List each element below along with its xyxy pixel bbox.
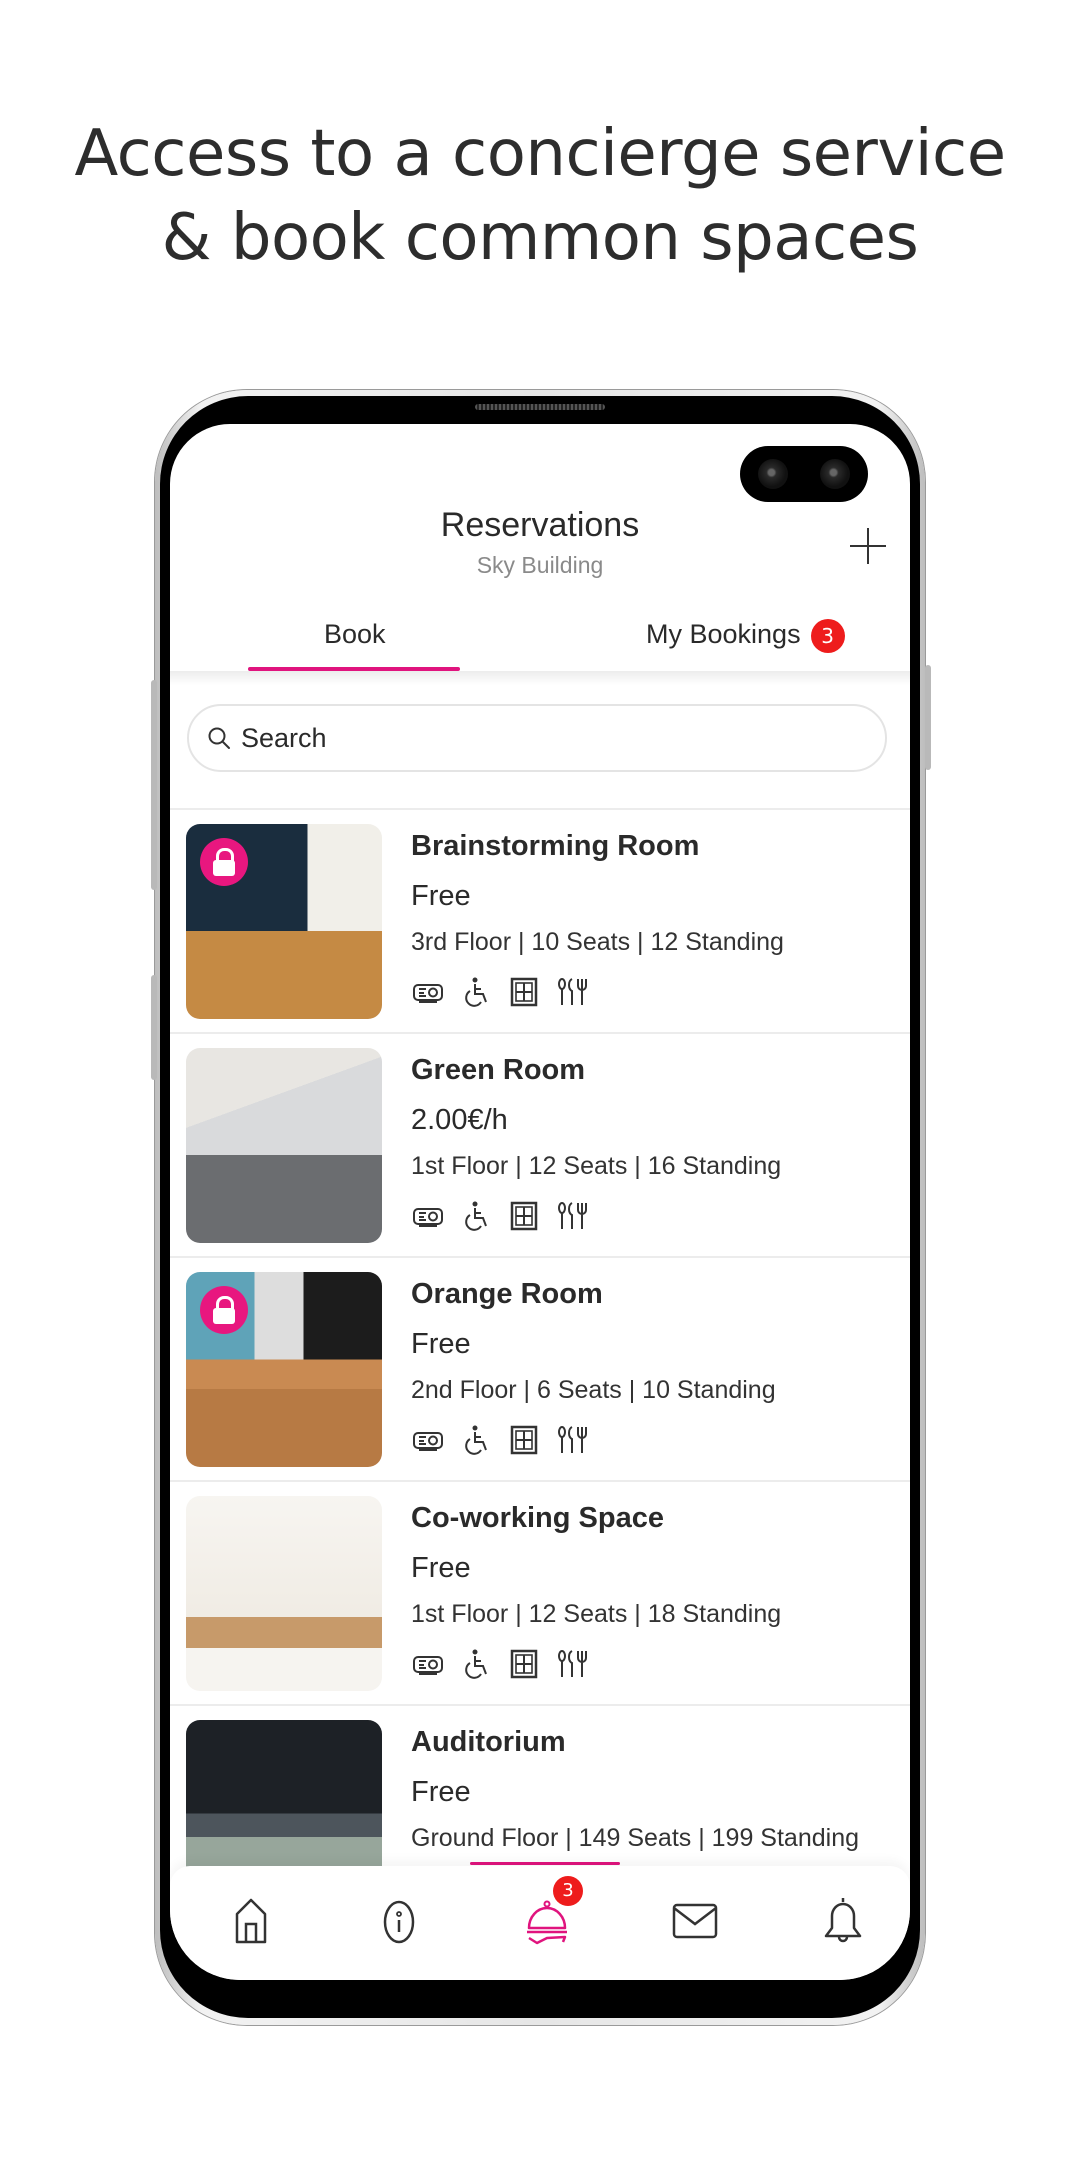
projector-icon [413, 984, 443, 1003]
projector-icon [413, 1432, 443, 1451]
room-price: Free [411, 1776, 471, 1808]
room-photo [186, 1048, 382, 1243]
header-divider [170, 671, 910, 685]
headline-line-1: Access to a concierge service [74, 117, 1006, 191]
building-subtitle: Sky Building [476, 552, 604, 578]
home-icon [235, 1898, 267, 1944]
bixby-button [151, 975, 157, 1080]
info-icon [383, 1900, 415, 1944]
nav-notifications[interactable] [813, 1890, 873, 1950]
room-name: Auditorium [411, 1726, 566, 1758]
wheelchair-accessible-icon [465, 1425, 487, 1455]
room-details: 1st Floor | 12 Seats | 16 Standing [411, 1152, 782, 1180]
amenities-row [411, 1423, 589, 1457]
wheelchair-accessible-icon [465, 977, 487, 1007]
nav-concierge[interactable]: 3 [517, 1876, 583, 1950]
room-details: 3rd Floor | 10 Seats | 12 Standing [411, 928, 784, 956]
amenities-row [411, 1647, 589, 1681]
room-photo [186, 824, 382, 1019]
catering-icon [558, 978, 587, 1005]
room-photo [186, 1496, 382, 1691]
window-icon [510, 1649, 538, 1679]
page-title: Reservations [440, 506, 640, 544]
catering-icon [558, 1202, 587, 1229]
room-list-item[interactable]: Co-working Space Free 1st Floor | 12 Sea… [170, 1482, 910, 1706]
room-list: Brainstorming Room Free 3rd Floor | 10 S… [170, 810, 910, 1930]
catering-icon [558, 1426, 587, 1453]
bookings-count-badge: 3 [810, 619, 845, 653]
tab-my-bookings-label: My Bookings [646, 619, 801, 650]
tab-my-bookings[interactable]: My Bookings 3 [646, 619, 845, 653]
window-icon [510, 977, 538, 1007]
add-reservation-button[interactable] [848, 526, 888, 566]
window-icon [510, 1201, 538, 1231]
tab-book[interactable]: Book [324, 619, 386, 650]
mail-icon [672, 1903, 718, 1939]
bell-icon [824, 1898, 862, 1943]
room-list-item[interactable]: Green Room 2.00€/h 1st Floor | 12 Seats … [170, 1034, 910, 1258]
camera-lens [820, 459, 850, 489]
projector-icon [413, 1656, 443, 1675]
bottom-navigation: 3 [170, 1866, 910, 1980]
room-name: Co-working Space [411, 1502, 664, 1534]
wheelchair-accessible-icon [465, 1649, 487, 1679]
headline-line-2: & book common spaces [161, 201, 919, 275]
camera-lens [758, 459, 788, 489]
lock-icon [200, 1286, 248, 1334]
room-price: 2.00€/h [411, 1104, 508, 1136]
room-price: Free [411, 880, 471, 912]
search-input[interactable] [241, 716, 841, 760]
tab-bar: Book My Bookings 3 [170, 609, 910, 671]
room-details: 1st Floor | 12 Seats | 18 Standing [411, 1600, 782, 1628]
search-bar[interactable] [187, 704, 887, 772]
amenities-row [411, 1199, 589, 1233]
power-button [925, 665, 931, 770]
catering-icon [558, 1650, 587, 1677]
app-screen: Reservations Sky Building Book My Bookin… [170, 424, 910, 1980]
amenities-row [411, 975, 589, 1009]
promo-headline: Access to a concierge service & book com… [0, 112, 1080, 280]
concierge-count-badge: 3 [553, 1876, 583, 1906]
room-details: Ground Floor | 149 Seats | 199 Standing [411, 1824, 859, 1852]
window-icon [510, 1425, 538, 1455]
room-list-item[interactable]: Brainstorming Room Free 3rd Floor | 10 S… [170, 810, 910, 1034]
lock-icon [200, 838, 248, 886]
room-price: Free [411, 1328, 471, 1360]
active-nav-indicator [470, 1862, 620, 1865]
nav-messages[interactable] [665, 1890, 725, 1950]
tab-book-label: Book [324, 619, 386, 649]
room-details: 2nd Floor | 6 Seats | 10 Standing [411, 1376, 776, 1404]
room-price: Free [411, 1552, 471, 1584]
volume-button [151, 680, 157, 890]
nav-home[interactable] [221, 1890, 281, 1950]
room-photo [186, 1272, 382, 1467]
earpiece-speaker [475, 404, 605, 410]
room-list-item[interactable]: Orange Room Free 2nd Floor | 6 Seats | 1… [170, 1258, 910, 1482]
search-icon [208, 727, 230, 749]
projector-icon [413, 1208, 443, 1227]
wheelchair-accessible-icon [465, 1201, 487, 1231]
room-name: Brainstorming Room [411, 830, 700, 862]
room-name: Orange Room [411, 1278, 603, 1310]
room-name: Green Room [411, 1054, 586, 1086]
nav-info[interactable] [369, 1890, 429, 1950]
front-camera [740, 446, 868, 502]
